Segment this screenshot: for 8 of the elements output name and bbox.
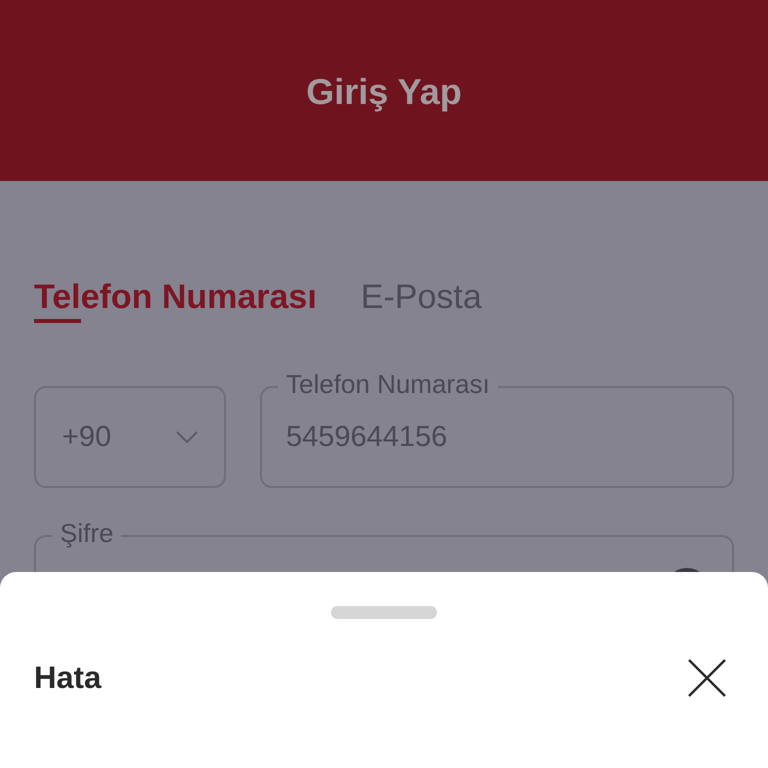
- close-icon[interactable]: [688, 659, 726, 697]
- chevron-down-icon: [176, 431, 198, 443]
- page-title: Giriş Yap: [306, 70, 462, 112]
- drag-handle[interactable]: [331, 606, 437, 619]
- phone-input-field[interactable]: Telefon Numarası 5459644156: [260, 369, 734, 488]
- sheet-title: Hata: [34, 660, 102, 696]
- tab[interactable]: E-Posta: [360, 277, 482, 323]
- country-code-dropdown[interactable]: +90: [34, 386, 226, 488]
